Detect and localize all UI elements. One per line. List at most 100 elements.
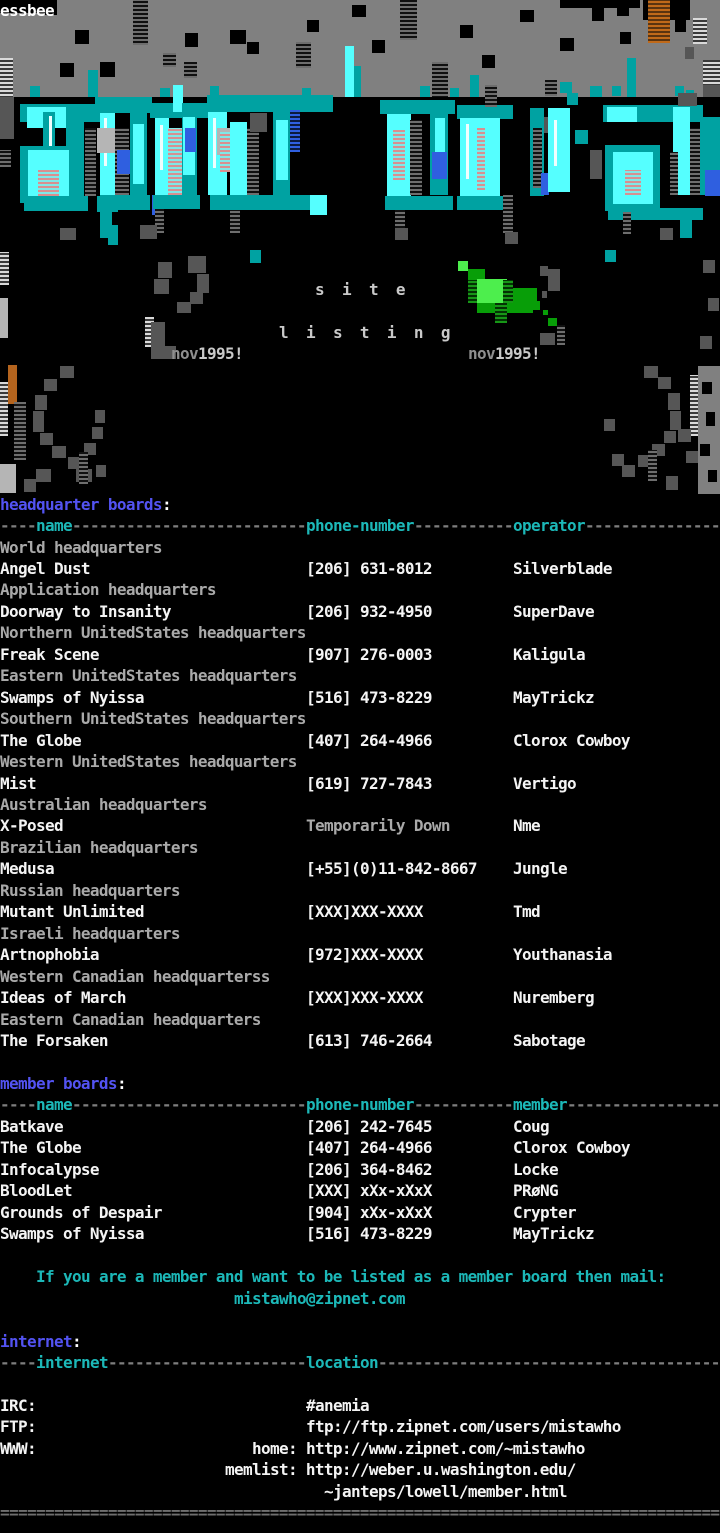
text-segment: MayTrickz [513,1223,594,1244]
ansi-art-block [372,40,385,53]
ansi-art-block [477,128,485,190]
text-segment: member boards [0,1073,117,1094]
text-segment: -------------------------- [72,1094,306,1115]
ansi-art-block [250,250,261,263]
text-segment: SuperDave [513,601,594,622]
ansi-art-block [24,479,36,492]
ansi-art-block [495,303,507,323]
ansi-art-block [468,280,477,303]
text-segment: ----------- [414,515,513,536]
ansi-art-block [542,291,547,298]
text-segment: [516] 473-8229 [306,1223,432,1244]
ansi-art-block [644,366,658,378]
ansi-art-block [97,128,115,153]
ansi-art-block [8,365,17,404]
text-segment: [619] 727-7843 [306,773,432,794]
ansi-art-block [354,66,361,98]
text-segment: operator [513,515,585,536]
ansi-art-block [117,150,130,174]
ansi-art-block [352,5,366,17]
text-segment: Eastern Canadian headquarters [0,1009,261,1030]
ansi-art-block [607,107,637,122]
ansi-art-block [540,266,548,276]
ansi-art-block [485,85,497,107]
ansi-art-block [345,46,354,98]
ansi-art-block [0,464,16,493]
text-segment: [+55](0)11-842-8667 [306,858,477,879]
ansi-art-block [85,128,96,196]
text-segment: Doorway to Insanity [0,601,171,622]
ansi-art-block [0,202,26,219]
text-segment: Crypter [513,1202,576,1223]
ansi-art-block [482,55,495,68]
ansi-art-block [620,32,631,44]
text-segment: headquarter boards [0,494,162,515]
text-segment: Israeli headquarters [0,923,180,944]
ansi-art-block [75,30,89,44]
ansi-art-block [590,86,602,97]
ansi-art-block [612,454,624,466]
ansi-art-block [154,279,169,294]
text-segment: : [162,494,171,515]
text-segment: Tmd [513,901,540,922]
text-segment: phone-number [306,515,414,536]
text-segment: -------------------------- [72,515,306,536]
text-segment: ----------- [414,1094,513,1115]
ansi-art-block [36,469,51,482]
ansi-art-block [666,476,678,490]
ansi-art-block [197,274,209,293]
text-segment: #anemia [306,1395,369,1416]
text-segment: Application headquarters [0,579,216,600]
text-segment: Vertigo [513,773,576,794]
text-segment: [206] 364-8462 [306,1159,432,1180]
ansi-art-block [60,63,74,77]
ansi-art-block [680,212,692,238]
text-segment: Sabotage [513,1030,585,1051]
ansi-art-block [95,410,105,423]
ansi-art-block [702,382,712,394]
ansi-art-block [678,429,691,442]
ansi-art-block [100,113,115,195]
text-segment: [516] 473-8229 [306,687,432,708]
ansi-art-block [207,95,333,112]
ansi-art-block [432,152,447,179]
ansi-art-block [420,86,430,97]
ansi-art-block [296,42,311,68]
ansi-art-block [705,170,720,196]
ansi-art-block [0,150,11,167]
text-segment: [407] 264-4966 [306,1137,432,1158]
text-segment: [XXX]XXX-XXXX [306,901,423,922]
ansi-art-block [703,260,715,273]
ansi-art-block [668,393,680,410]
ansi-art-block [548,269,560,291]
text-segment: nov [171,343,198,364]
text-segment: Western Canadian headquarterss [0,966,270,987]
ansi-art-block [140,225,157,239]
ansi-art-block [703,85,720,97]
ansi-art-block [520,10,534,22]
text-segment: essbee [0,0,54,21]
ansi-art-block [540,333,555,345]
text-segment: [613] 746-2664 [306,1030,432,1051]
text-segment: --------------- [585,515,720,536]
ansi-art-block [92,427,103,439]
ansi-art-block [612,86,621,96]
ansi-art-block [678,93,697,106]
text-segment: Nuremberg [513,987,594,1008]
text-segment: [206] 932-4950 [306,601,432,622]
text-segment: [904] xXx-xXxX [306,1202,432,1223]
text-segment: The Globe [0,730,81,751]
ansi-art-block [0,252,9,285]
ansi-art-block [247,42,259,54]
ansi-art-block [385,196,453,210]
text-segment: Batkave [0,1116,63,1137]
text-segment: If you are a member and want to be liste… [36,1266,666,1287]
terminal-screen: essbees i t el i s t i n gnov1995!nov199… [0,0,720,1533]
ansi-art-block [133,124,144,184]
text-segment: : [72,1331,81,1352]
ansi-art-block [533,301,540,310]
ansi-art-block [706,412,715,426]
text-segment: [972]XXX-XXXX [306,944,423,965]
ansi-art-block [40,433,53,445]
text-segment: Eastern UnitedStates headquarters [0,665,297,686]
